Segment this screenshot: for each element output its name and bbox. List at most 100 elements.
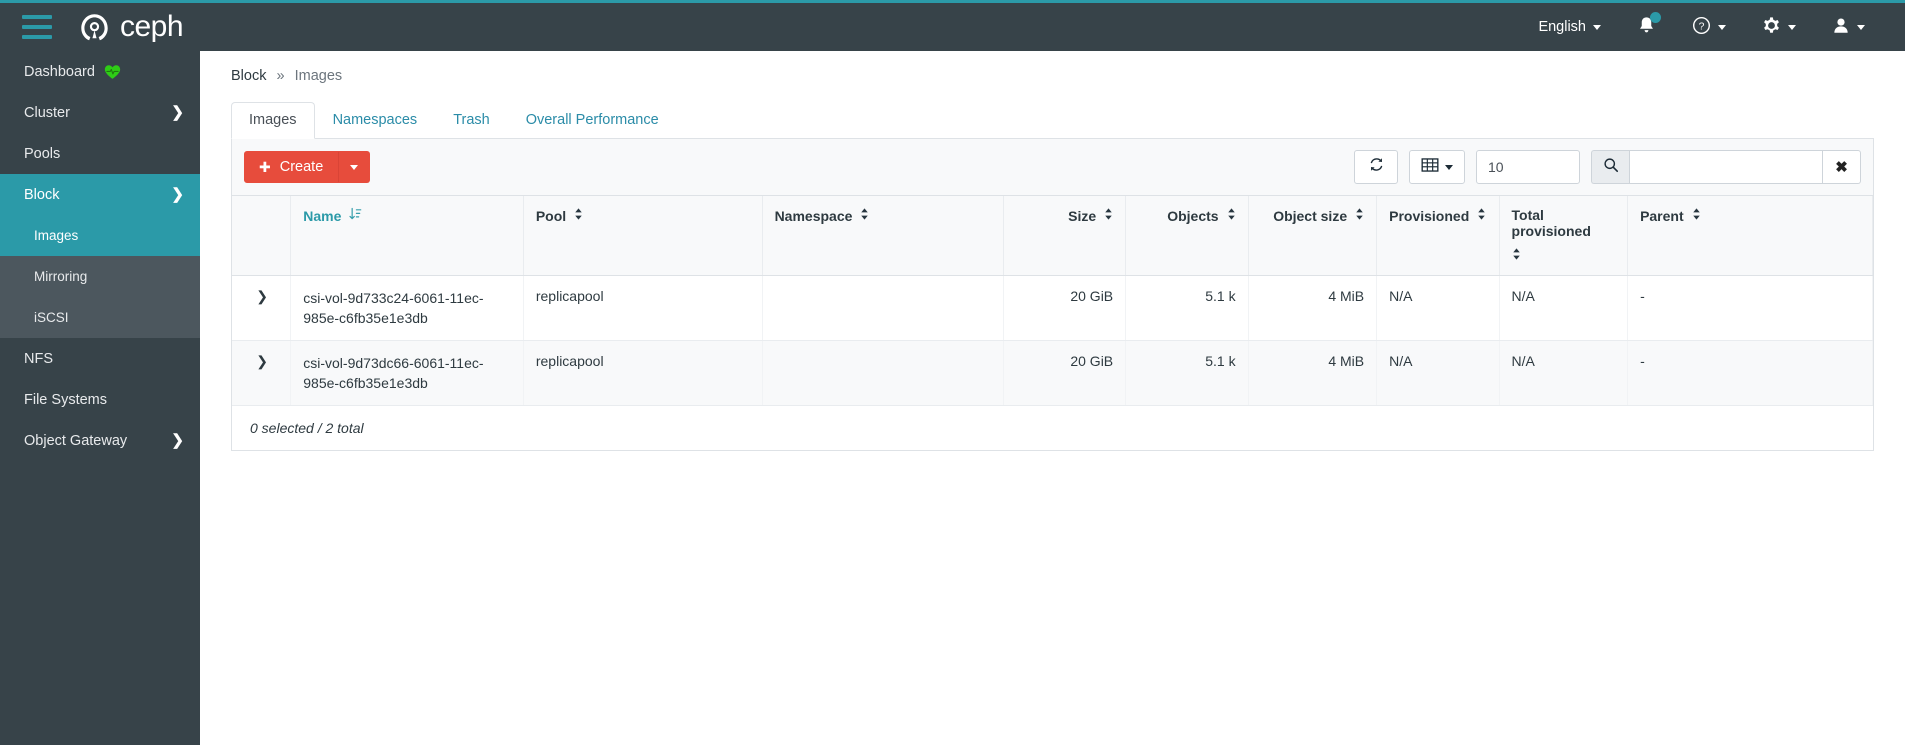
cell-namespace — [762, 340, 1004, 406]
breadcrumb-images: Images — [294, 68, 343, 84]
cell-size: 20 GiB — [1003, 275, 1127, 341]
hamburger-icon[interactable] — [22, 15, 52, 39]
table-row[interactable]: ❯ csi-vol-9d733c24-6061-11ec-985e-c6fb35… — [232, 275, 1873, 341]
caret-down-icon — [350, 164, 359, 170]
row-expander[interactable]: ❯ — [232, 340, 292, 406]
cell-objects: 5.1 k — [1125, 275, 1249, 341]
tab-images[interactable]: Images — [231, 102, 315, 139]
help-menu[interactable]: ? — [1674, 8, 1744, 47]
navbar-right: English ? — [1520, 7, 1905, 47]
column-header-objects[interactable]: Objects — [1125, 196, 1249, 276]
heart-pulse-icon — [104, 64, 121, 80]
cell-objects: 5.1 k — [1125, 340, 1249, 406]
breadcrumb: Block » Images — [200, 51, 1905, 84]
column-header-object-size[interactable]: Object size — [1248, 196, 1378, 276]
settings-menu[interactable] — [1744, 8, 1814, 47]
search-group: ✖ — [1591, 150, 1861, 184]
sidebar-item-iscsi[interactable]: iSCSI — [0, 297, 200, 338]
sort-icon — [1227, 207, 1236, 224]
sidebar-item-label: Object Gateway — [24, 432, 128, 449]
search-icon — [1603, 157, 1619, 178]
notifications-button[interactable] — [1619, 7, 1674, 47]
sort-icon — [574, 207, 583, 224]
page-size-input[interactable] — [1476, 150, 1580, 184]
column-header-total-provisioned[interactable]: Total provisioned — [1499, 196, 1629, 276]
sidebar-item-images[interactable]: Images — [0, 215, 200, 256]
user-menu[interactable] — [1814, 8, 1883, 47]
chevron-down-icon — [1788, 24, 1796, 30]
chevron-right-icon: ❯ — [256, 353, 268, 369]
brand-name: ceph — [120, 10, 184, 43]
column-label: Objects — [1167, 207, 1219, 224]
bell-icon — [1637, 12, 1661, 39]
sidebar-item-cluster[interactable]: Cluster ❯ — [0, 92, 200, 133]
column-header-size[interactable]: Size — [1003, 196, 1127, 276]
sidebar-item-object-gateway[interactable]: Object Gateway ❯ — [0, 420, 200, 461]
create-button-label: Create — [279, 159, 324, 175]
sidebar-item-dashboard[interactable]: Dashboard — [0, 51, 200, 92]
sidebar-item-label: NFS — [24, 350, 53, 367]
tab-namespaces[interactable]: Namespaces — [315, 102, 436, 139]
cell-pool: replicapool — [523, 275, 763, 341]
column-header-parent[interactable]: Parent — [1627, 196, 1873, 276]
cell-name: csi-vol-9d733c24-6061-11ec-985e-c6fb35e1… — [290, 275, 524, 341]
chevron-right-icon: ❯ — [256, 288, 268, 304]
sidebar-item-label: Dashboard — [24, 63, 95, 80]
sidebar-item-label: Images — [34, 228, 79, 243]
cell-total-provisioned: N/A — [1499, 275, 1629, 341]
language-selector[interactable]: English — [1520, 11, 1619, 43]
create-dropdown-toggle[interactable] — [338, 151, 371, 183]
sort-icon — [1512, 247, 1521, 264]
sidebar-item-label: Pools — [24, 145, 61, 162]
column-selector-button[interactable] — [1409, 150, 1465, 184]
search-button[interactable] — [1591, 150, 1629, 184]
column-header-namespace[interactable]: Namespace — [762, 196, 1004, 276]
column-label: Pool — [535, 207, 567, 224]
refresh-button[interactable] — [1354, 150, 1398, 184]
search-input[interactable] — [1629, 150, 1823, 184]
sidebar-item-file-systems[interactable]: File Systems — [0, 379, 200, 420]
column-header-provisioned[interactable]: Provisioned — [1376, 196, 1500, 276]
brand-logo-link[interactable]: ceph — [78, 10, 184, 44]
image-name-text: csi-vol-9d733c24-6061-11ec-985e-c6fb35e1… — [303, 290, 484, 326]
refresh-icon — [1368, 156, 1385, 178]
column-header-pool[interactable]: Pool — [523, 196, 763, 276]
cell-namespace — [762, 275, 1004, 341]
sidebar-item-label: Cluster — [24, 104, 70, 121]
sidebar-item-nfs[interactable]: NFS — [0, 338, 200, 379]
select-column-header — [232, 196, 292, 276]
clear-search-button[interactable]: ✖ — [1823, 150, 1861, 184]
tab-bar: Images Namespaces Trash Overall Performa… — [231, 102, 1874, 139]
cell-size: 20 GiB — [1003, 340, 1127, 406]
sidebar-item-label: Mirroring — [34, 269, 88, 284]
row-expander[interactable]: ❯ — [232, 275, 292, 341]
language-label: English — [1538, 19, 1586, 35]
sidebar-item-mirroring[interactable]: Mirroring — [0, 256, 200, 297]
breadcrumb-block[interactable]: Block — [231, 68, 266, 84]
chevron-down-icon — [1718, 24, 1726, 30]
tab-trash[interactable]: Trash — [435, 102, 508, 139]
table-columns-icon — [1421, 157, 1439, 178]
table-footer-status: 0 selected / 2 total — [232, 406, 1873, 450]
column-header-name[interactable]: Name — [290, 196, 524, 276]
tab-overall-performance[interactable]: Overall Performance — [508, 102, 677, 139]
sidebar-item-pools[interactable]: Pools — [0, 133, 200, 174]
images-panel: ✚ Create 10 ✖ Name Pool Namespace Size O… — [231, 139, 1874, 451]
create-button[interactable]: ✚ Create — [244, 151, 339, 183]
svg-text:?: ? — [1699, 21, 1705, 32]
table-header: Name Pool Namespace Size Objects Object … — [232, 196, 1873, 276]
user-icon — [1832, 16, 1850, 39]
sort-icon — [860, 207, 869, 224]
cell-provisioned: N/A — [1376, 340, 1500, 406]
sidebar-item-label: File Systems — [24, 391, 107, 408]
top-navbar: ceph English ? — [0, 0, 1905, 51]
ceph-dashboard-app: ceph English ? Dashboard Cluster ❯ Pools… — [0, 0, 1905, 745]
close-x-icon: ✖ — [1835, 159, 1848, 176]
caret-down-icon — [1445, 164, 1453, 170]
gear-icon — [1762, 16, 1781, 39]
sidebar-item-block[interactable]: Block ❯ — [0, 174, 200, 215]
toolbar-right-controls: ✖ — [1354, 150, 1861, 184]
table-body: ❯ csi-vol-9d733c24-6061-11ec-985e-c6fb35… — [232, 275, 1873, 406]
table-row[interactable]: ❯ csi-vol-9d73dc66-6061-11ec-985e-c6fb35… — [232, 340, 1873, 406]
column-label: Object size — [1273, 207, 1348, 224]
